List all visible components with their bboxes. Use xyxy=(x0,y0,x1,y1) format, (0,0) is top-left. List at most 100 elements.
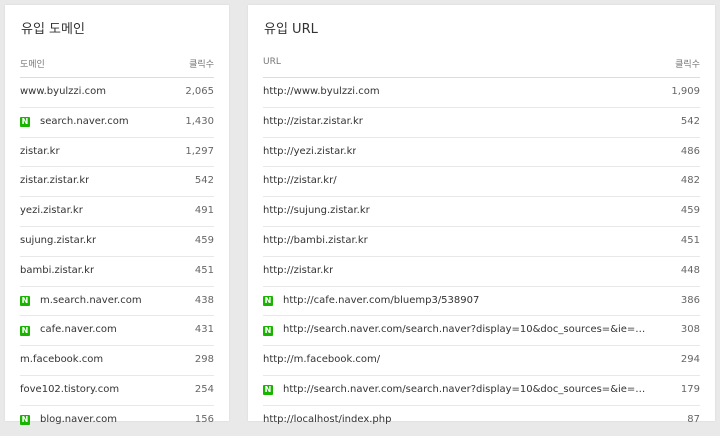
row-label: http://search.naver.com/search.naver?dis… xyxy=(283,383,648,395)
table-row: sujung.zistar.kr 459 xyxy=(20,227,214,257)
click-count: 459 xyxy=(194,234,214,246)
table-header: 도메인 클릭수 xyxy=(20,49,214,78)
table-row: Ncafe.naver.com 431 xyxy=(20,316,214,347)
click-count: 542 xyxy=(194,175,214,187)
click-count: 254 xyxy=(194,383,214,395)
click-count: 482 xyxy=(680,175,700,187)
table-row: http://sujung.zistar.kr 459 xyxy=(263,197,700,227)
row-label: zistar.zistar.kr xyxy=(20,175,90,187)
naver-n-icon: N xyxy=(263,295,273,306)
click-count: 486 xyxy=(680,145,700,157)
row-label: m.search.naver.com xyxy=(40,294,142,306)
url-link[interactable]: http://localhost/index.php xyxy=(263,406,391,435)
inflow-domain-panel: 유입 도메인 도메인 클릭수 www.byulzzi.com 2,065 Nsear… xyxy=(5,5,229,436)
column-header-clicks: 클릭수 xyxy=(675,60,700,70)
url-link[interactable]: http://yezi.zistar.kr xyxy=(263,138,356,167)
row-label: cafe.naver.com xyxy=(40,324,117,336)
domain-link[interactable]: Nm.search.naver.com xyxy=(20,287,142,316)
table-row: http://yezi.zistar.kr 486 xyxy=(263,138,700,168)
table-row: http://zistar.kr/482 xyxy=(263,167,700,198)
row-label: http://sujung.zistar.kr xyxy=(263,205,370,217)
table-row: http://m.facebook.com/294 xyxy=(263,346,700,376)
row-label: search.naver.com xyxy=(40,115,129,127)
click-count: 1,297 xyxy=(185,145,214,157)
click-count: 1,909 xyxy=(671,86,700,97)
click-count: 179 xyxy=(680,383,700,395)
url-link[interactable]: http://bambi.zistar.kr xyxy=(263,227,368,256)
naver-n-icon: N xyxy=(20,415,30,426)
column-header-clicks: 클릭수 xyxy=(189,60,214,70)
url-link[interactable]: http://www.byulzzi.com xyxy=(263,78,380,107)
domain-link[interactable]: m.facebook.com xyxy=(20,346,103,375)
click-count: 308 xyxy=(680,324,700,336)
row-label: sujung.zistar.kr xyxy=(20,234,97,246)
click-count: 448 xyxy=(680,264,700,276)
click-count: 156 xyxy=(194,413,214,425)
url-link[interactable]: Nhttp://search.naver.com/search.naver?di… xyxy=(263,376,648,405)
domain-link[interactable]: Ncafe.naver.com xyxy=(20,316,117,345)
row-label: http://bambi.zistar.kr xyxy=(263,234,368,246)
table-row: m.facebook.com 298 xyxy=(20,346,214,376)
url-link[interactable]: http://m.facebook.com/ xyxy=(263,346,380,375)
table-row: zistar.kr 1,297 xyxy=(20,138,214,168)
url-link[interactable]: http://sujung.zistar.kr xyxy=(263,197,370,226)
click-count: 438 xyxy=(194,294,214,306)
table-row: yezi.zistar.kr 491 xyxy=(20,197,214,227)
column-header-url: URL xyxy=(263,57,281,67)
table-row: Nhttp://search.naver.com/search.naver?di… xyxy=(263,316,700,347)
click-count: 2,065 xyxy=(185,86,214,97)
domain-link[interactable]: Nsearch.naver.com xyxy=(20,108,129,137)
domain-link[interactable]: fove102.tistory.com xyxy=(20,376,119,405)
table-row: zistar.zistar.kr 542 xyxy=(20,167,214,198)
naver-n-icon: N xyxy=(20,117,30,128)
url-link[interactable]: http://zistar.kr/ xyxy=(263,167,337,196)
domain-link[interactable]: zistar.kr xyxy=(20,138,60,167)
url-link[interactable]: Nhttp://cafe.naver.com/bluemp3/538907 xyxy=(263,287,479,316)
url-link[interactable]: http://zistar.zistar.kr xyxy=(263,108,363,137)
table-row: bambi.zistar.kr 451 xyxy=(20,257,214,287)
panel-title: 유입 도메인 xyxy=(21,22,85,37)
naver-n-icon: N xyxy=(263,385,273,396)
row-label: http://search.naver.com/search.naver?dis… xyxy=(283,324,648,336)
url-link[interactable]: Nhttp://search.naver.com/search.naver?di… xyxy=(263,316,648,345)
row-label: http://www.byulzzi.com xyxy=(263,86,380,97)
url-list: http://www.byulzzi.com 1,909 http://zistar… xyxy=(263,78,700,436)
table-row: http://zistar.zistar.kr 542 xyxy=(263,108,700,138)
click-count: 542 xyxy=(680,115,700,127)
click-count: 451 xyxy=(194,264,214,276)
domain-link[interactable]: sujung.zistar.kr xyxy=(20,227,96,256)
row-label: blog.naver.com xyxy=(40,413,118,425)
row-label: http://zistar.kr xyxy=(263,264,334,276)
domain-list: www.byulzzi.com 2,065 Nsearch.naver.com 1,4… xyxy=(20,78,214,436)
table-row: Nhttp://search.naver.com/search.naver?di… xyxy=(263,376,700,406)
column-header-domain: 도메인 xyxy=(20,60,45,70)
click-count: 491 xyxy=(194,205,214,217)
domain-link[interactable]: Nblog.naver.com xyxy=(20,406,117,435)
click-count: 87 xyxy=(687,413,700,425)
row-label: http://cafe.naver.com/bluemp3/538907 xyxy=(283,294,480,306)
domain-link[interactable]: bambi.zistar.kr xyxy=(20,257,94,286)
row-label: fove102.tistory.com xyxy=(20,383,120,395)
table-row: www.byulzzi.com 2,065 xyxy=(20,78,214,108)
domain-link[interactable]: zistar.zistar.kr xyxy=(20,167,89,196)
table-row: http://bambi.zistar.kr 451 xyxy=(263,227,700,257)
click-count: 431 xyxy=(194,324,214,336)
url-link[interactable]: http://zistar.kr xyxy=(263,257,333,286)
domain-link[interactable]: yezi.zistar.kr xyxy=(20,197,83,226)
row-label: bambi.zistar.kr xyxy=(20,264,95,276)
table-row: Nsearch.naver.com 1,430 xyxy=(20,108,214,138)
naver-n-icon: N xyxy=(263,325,273,336)
panel-title: 유입 URL xyxy=(264,22,318,37)
click-count: 1,430 xyxy=(185,115,214,127)
domain-link[interactable]: www.byulzzi.com xyxy=(20,78,106,107)
table-row: Nm.search.naver.com 438 xyxy=(20,287,214,317)
row-label: http://zistar.kr/ xyxy=(263,175,337,187)
row-label: zistar.kr xyxy=(20,145,60,157)
table-row: http://www.byulzzi.com 1,909 xyxy=(263,78,700,108)
inflow-url-panel: 유입 URL URL 클릭수 http://www.byulzzi.com 1,9… xyxy=(248,5,715,436)
row-label: http://m.facebook.com/ xyxy=(263,354,381,366)
row-label: m.facebook.com xyxy=(20,354,104,366)
table-header: URL 클릭수 xyxy=(263,49,700,78)
row-label: http://zistar.zistar.kr xyxy=(263,115,363,127)
click-count: 386 xyxy=(680,294,700,306)
